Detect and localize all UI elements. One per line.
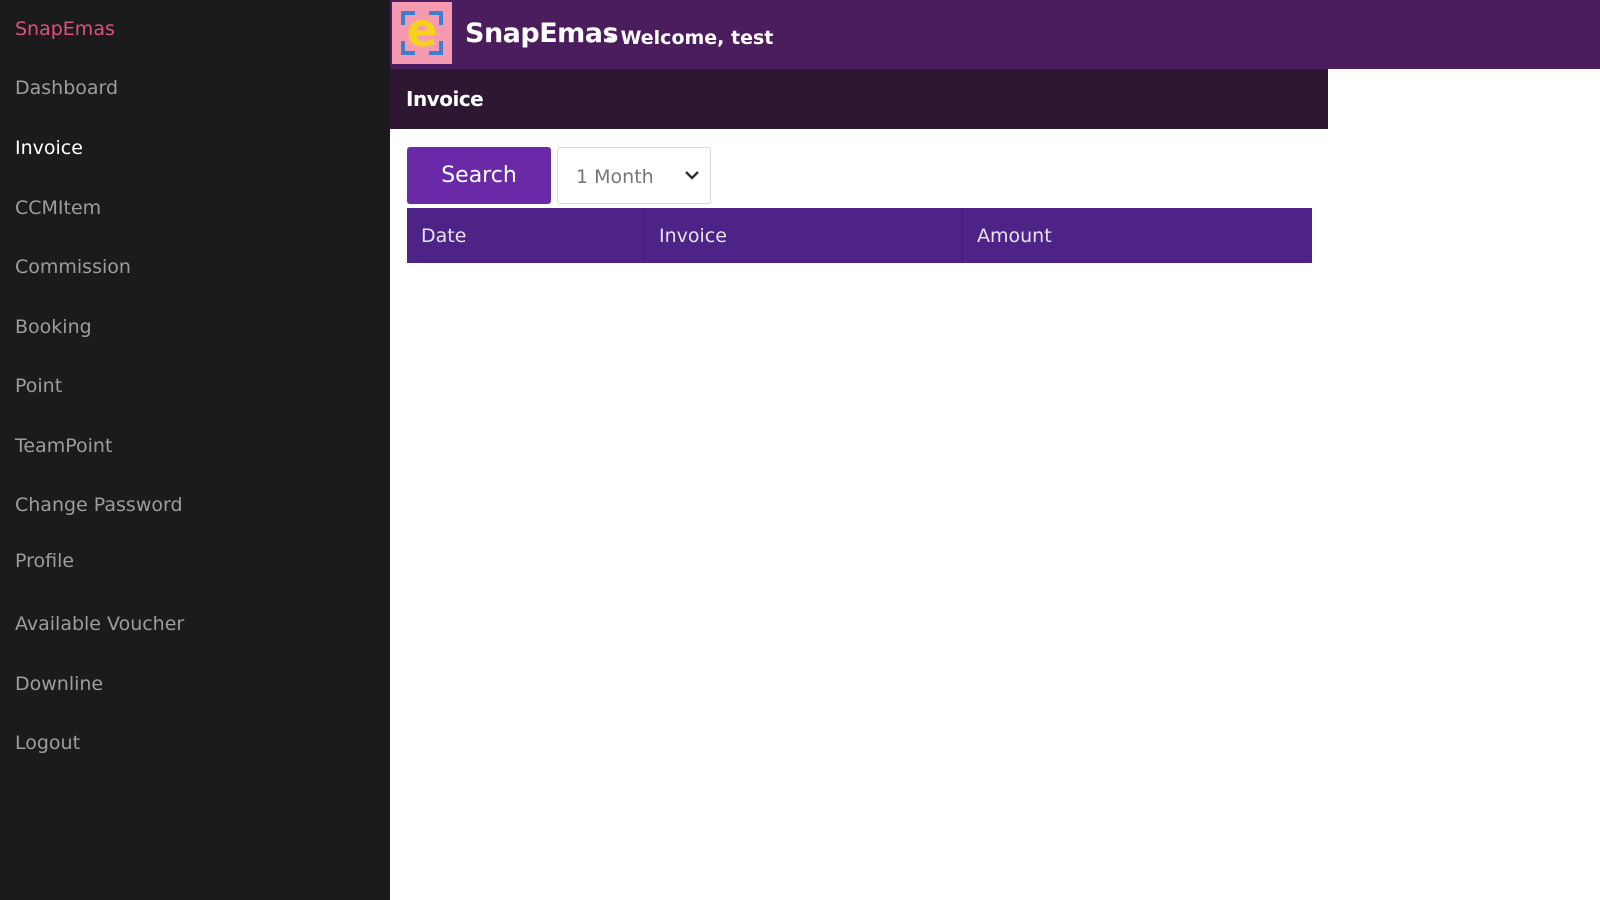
- app-title: SnapEmas: [465, 18, 619, 49]
- column-header-amount[interactable]: Amount: [963, 208, 1312, 263]
- sidebar-item-invoice[interactable]: Invoice: [15, 137, 83, 159]
- sidebar-item-available-voucher[interactable]: Available Voucher: [15, 613, 184, 635]
- sidebar-item-ccmitem[interactable]: CCMItem: [15, 197, 101, 219]
- chevron-down-icon: [685, 171, 699, 180]
- page-header: Invoice: [390, 69, 1328, 129]
- sidebar-item-point[interactable]: Point: [15, 375, 62, 397]
- sidebar-item-teampoint[interactable]: TeamPoint: [15, 435, 112, 457]
- logo-corner-icon: [401, 41, 415, 55]
- sidebar-item-booking[interactable]: Booking: [15, 316, 92, 338]
- period-select[interactable]: 1 Month: [557, 147, 711, 204]
- sidebar-item-commission[interactable]: Commission: [15, 256, 131, 278]
- top-bar: e SnapEmas - Welcome, test: [390, 0, 1600, 69]
- sidebar-item-profile[interactable]: Profile: [15, 550, 74, 572]
- page-title: Invoice: [406, 87, 484, 111]
- invoice-table: Date Invoice Amount: [407, 208, 1312, 263]
- logo-corner-icon: [429, 41, 443, 55]
- welcome-text: - Welcome, test: [606, 27, 774, 49]
- logo-corner-icon: [401, 11, 415, 25]
- sidebar-item-downline[interactable]: Downline: [15, 673, 103, 695]
- column-header-invoice[interactable]: Invoice: [645, 208, 963, 263]
- app-logo: e: [392, 2, 452, 64]
- sidebar-item-dashboard[interactable]: Dashboard: [15, 77, 118, 99]
- sidebar-item-logout[interactable]: Logout: [15, 732, 80, 754]
- search-button[interactable]: Search: [407, 147, 551, 204]
- logo-corner-icon: [429, 11, 443, 25]
- period-select-value: 1 Month: [576, 166, 654, 188]
- sidebar-item-change-password[interactable]: Change Password: [15, 494, 183, 516]
- sidebar-brand-link[interactable]: SnapEmas: [15, 18, 115, 40]
- sidebar: SnapEmas Dashboard Invoice CCMItem Commi…: [0, 0, 390, 900]
- column-header-date[interactable]: Date: [407, 208, 645, 263]
